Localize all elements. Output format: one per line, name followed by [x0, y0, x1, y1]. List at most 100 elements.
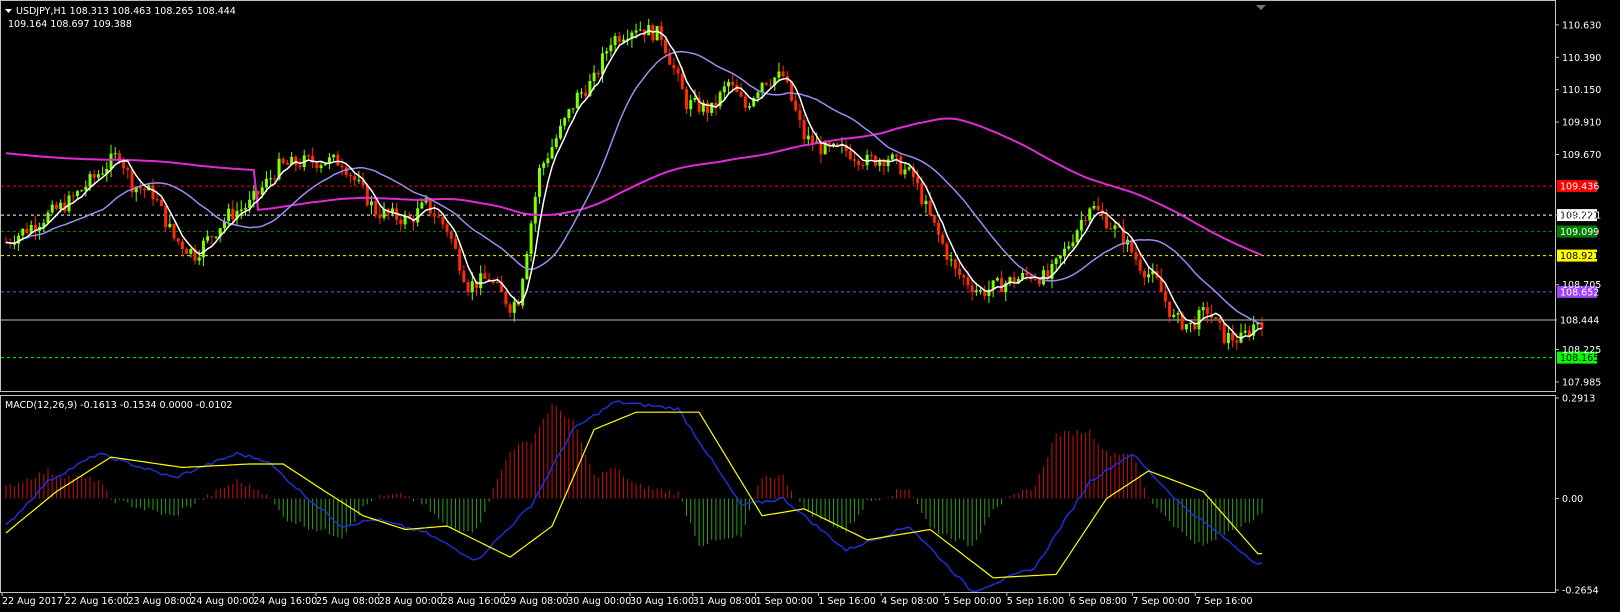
candle-body [529, 223, 533, 254]
candle-body [722, 86, 726, 93]
macd-line [5, 400, 1263, 593]
candle-body [584, 92, 588, 97]
candle-body [920, 183, 924, 205]
candle-body [1231, 333, 1235, 341]
candle-body [777, 71, 781, 78]
candle-body [437, 216, 441, 218]
candle-body [1243, 330, 1247, 333]
chart-menu-triangle-icon[interactable] [5, 9, 12, 13]
candle-body [932, 215, 936, 223]
candle-body [21, 228, 25, 236]
candle-body [420, 202, 424, 209]
candle-body [416, 208, 420, 223]
price-tick-label: 108.705 [1562, 280, 1601, 291]
candle-body [269, 178, 273, 180]
candle-body [281, 158, 285, 163]
candle-body [336, 154, 340, 166]
candle-body [546, 158, 550, 164]
candle-body [176, 238, 180, 242]
time-tick-label: 1 Sep 16:00 [818, 596, 875, 607]
candle-body [1054, 258, 1058, 265]
candle-body [916, 177, 920, 184]
time-tick-label: 29 Aug 08:00 [504, 596, 568, 607]
candle-body [512, 301, 516, 313]
candle-body [504, 291, 508, 305]
time-tick-label: 30 Aug 00:00 [567, 596, 631, 607]
candle-body [323, 163, 327, 166]
candle-body [1235, 340, 1239, 343]
candle-body [542, 163, 546, 168]
candle-body [605, 51, 609, 54]
time-tick-label: 7 Sep 00:00 [1132, 596, 1189, 607]
time-tick-label: 6 Sep 08:00 [1070, 596, 1127, 607]
candle-body [869, 154, 873, 157]
candle-body [655, 26, 659, 41]
time-tick-label: 30 Aug 16:00 [630, 596, 694, 607]
candle-body [966, 277, 970, 286]
candle-body [537, 167, 541, 197]
candle-body [945, 243, 949, 260]
candle-body [567, 109, 571, 119]
candle-body [340, 165, 344, 168]
candle-body [1189, 322, 1193, 325]
candle-body [88, 174, 92, 187]
time-tick-label: 28 Aug 16:00 [442, 596, 506, 607]
candle-body [126, 168, 130, 170]
candle-body [802, 120, 806, 140]
macd-panel: 0.2913 0.00 -0.2654 [5, 394, 1599, 597]
macd-label: MACD(12,26,9) -0.1613 -0.1534 0.0000 -0.… [5, 400, 232, 411]
candle-body [227, 208, 231, 222]
price-tick-label: 110.390 [1562, 53, 1601, 64]
price-tick-label: 109.221 [1562, 211, 1601, 222]
candle-body [1000, 278, 1004, 293]
candle-body [1058, 255, 1062, 259]
candle-body [319, 165, 323, 168]
candle-body [685, 89, 689, 110]
price-tick-label: 110.150 [1562, 85, 1601, 96]
candle-body [357, 179, 361, 181]
time-tick-label: 4 Sep 08:00 [881, 596, 938, 607]
candle-body [332, 154, 336, 158]
candle-body [941, 234, 945, 244]
candle-body [273, 178, 277, 180]
candle-body [508, 304, 512, 313]
symbol-info: USDJPY,H1 108.313 108.463 108.265 108.44… [16, 6, 236, 17]
price-tick-label: 107.985 [1562, 377, 1601, 388]
candle-body [1138, 259, 1142, 272]
candle-body [159, 199, 163, 207]
candle-body [1063, 248, 1067, 256]
time-axis: 22 Aug 2017 22 Aug 16:0023 Aug 08:0024 Au… [1, 592, 1253, 607]
candle-body [680, 73, 684, 90]
candle-body [470, 281, 474, 293]
candle-body [1201, 307, 1205, 311]
candle-body [781, 71, 785, 77]
candle-body [794, 100, 798, 111]
candle-body [1096, 205, 1100, 211]
time-tick-label: 5 Sep 00:00 [944, 596, 1001, 607]
candle-body [672, 64, 676, 69]
candle-body [1037, 279, 1041, 285]
candle-body [861, 164, 865, 166]
candle-body [1025, 272, 1029, 276]
time-tick-label: 25 Aug 08:00 [316, 596, 380, 607]
candle-body [1142, 271, 1146, 278]
candle-body [306, 155, 310, 157]
candle-body [206, 236, 210, 241]
macd-tick-label: -0.2654 [1562, 586, 1599, 597]
candle-body [109, 153, 113, 169]
candle-body [609, 45, 613, 52]
chart-shift-marker-icon[interactable] [1256, 5, 1266, 10]
candle-body [113, 153, 117, 155]
candle-body [525, 253, 529, 280]
candle-body [1109, 228, 1113, 230]
candle-body [1214, 317, 1218, 319]
candle-body [739, 92, 743, 97]
candle-body [743, 96, 747, 108]
price-panel-frame [0, 0, 1556, 392]
candle-body [348, 175, 352, 177]
candle-body [1226, 333, 1230, 344]
candle-body [550, 147, 554, 159]
ma-values: 109.164 108.697 109.388 [8, 19, 132, 30]
candle-body [445, 224, 449, 232]
candle-body [806, 135, 810, 140]
